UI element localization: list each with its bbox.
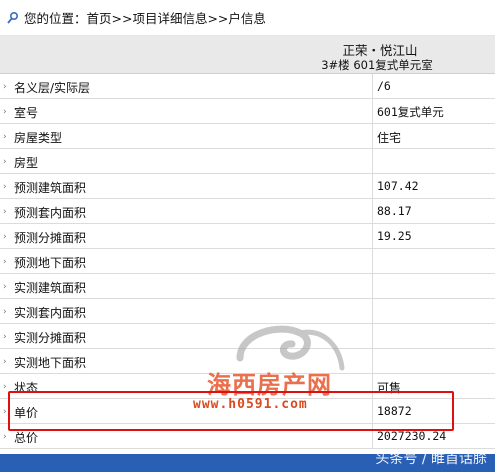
row-arrow-icon: › xyxy=(3,432,7,442)
table-row: › 名义层/实际层/6 xyxy=(0,74,495,99)
row-arrow-icon: › xyxy=(3,232,7,242)
table-row: › 实测建筑面积 xyxy=(0,274,495,299)
breadcrumb: 您的位置： 首页>>项目详细信息>>户信息 xyxy=(0,0,495,36)
row-label: 实测套内面积 xyxy=(14,306,87,320)
row-arrow-icon: › xyxy=(3,407,7,417)
unit-name: 3#楼 601复式单元室 xyxy=(321,58,433,72)
table-row: › 预测分摊面积 19.25 xyxy=(0,224,495,249)
row-arrow-icon: › xyxy=(3,282,7,292)
column-divider xyxy=(372,199,373,223)
row-label: 预测建筑面积 xyxy=(14,181,87,195)
breadcrumb-path[interactable]: 首页>>项目详细信息>>户信息 xyxy=(87,8,266,27)
row-value: 19.25 xyxy=(377,229,412,243)
unit-info-table: › 名义层/实际层/6 › 室号 601复式单元 › 房屋类型 住宅 › 房型 › 预测建筑面积 107… xyxy=(0,74,495,449)
row-arrow-icon: › xyxy=(3,382,7,392)
column-divider xyxy=(372,74,373,98)
table-row: › 室号 601复式单元 xyxy=(0,99,495,124)
row-value: 住宅 xyxy=(377,131,402,145)
table-row: › 实测地下面积 xyxy=(0,349,495,374)
column-divider xyxy=(372,224,373,248)
row-arrow-icon: › xyxy=(3,157,7,167)
row-value: /6 xyxy=(377,79,391,93)
table-row: › 状态 可售 xyxy=(0,374,495,399)
row-value: 可售 xyxy=(377,381,402,395)
row-arrow-icon: › xyxy=(3,332,7,342)
footer-caption: 头条号 / 睢首话脎 xyxy=(375,451,487,467)
row-arrow-icon: › xyxy=(3,107,7,117)
row-label: 室号 xyxy=(14,106,39,120)
table-row: › 实测套内面积 xyxy=(0,299,495,324)
location-pin-icon xyxy=(6,11,20,25)
column-divider xyxy=(372,399,373,423)
table-row: › 实测分摊面积 xyxy=(0,324,495,349)
column-divider xyxy=(372,324,373,348)
row-value: 601复式单元 xyxy=(377,105,444,119)
table-row: › 房屋类型 住宅 xyxy=(0,124,495,149)
unit-header: 正荣・悦江山 3#楼 601复式单元室 xyxy=(0,36,495,74)
breadcrumb-prefix: 您的位置： xyxy=(24,11,87,26)
row-arrow-icon: › xyxy=(3,82,7,92)
row-label: 预测地下面积 xyxy=(14,256,87,270)
column-divider xyxy=(372,299,373,323)
row-arrow-icon: › xyxy=(3,182,7,192)
column-divider xyxy=(372,99,373,123)
column-divider xyxy=(372,149,373,173)
row-arrow-icon: › xyxy=(3,307,7,317)
row-value: 18872 xyxy=(377,404,412,418)
row-label: 实测地下面积 xyxy=(14,356,87,370)
row-arrow-icon: › xyxy=(3,357,7,367)
column-divider xyxy=(372,174,373,198)
row-label: 单价 xyxy=(14,406,39,420)
row-arrow-icon: › xyxy=(3,207,7,217)
table-row: › 预测建筑面积 107.42 xyxy=(0,174,495,199)
column-divider xyxy=(372,124,373,148)
row-arrow-icon: › xyxy=(3,132,7,142)
row-label: 状态 xyxy=(14,381,39,395)
row-value: 88.17 xyxy=(377,204,412,218)
table-row: › 预测套内面积 88.17 xyxy=(0,199,495,224)
table-row: › 预测地下面积 xyxy=(0,249,495,274)
row-label: 名义层/实际层 xyxy=(14,81,91,95)
table-row: › 单价 18872 xyxy=(0,399,495,424)
row-label: 预测套内面积 xyxy=(14,206,87,220)
column-divider xyxy=(372,249,373,273)
row-value: 2027230.24 xyxy=(377,429,447,443)
row-value: 107.42 xyxy=(377,179,419,193)
table-row: › 房型 xyxy=(0,149,495,174)
table-row: › 总价 2027230.24 xyxy=(0,424,495,449)
row-label: 实测建筑面积 xyxy=(14,281,87,295)
row-label: 总价 xyxy=(14,431,39,445)
column-divider xyxy=(372,424,373,448)
column-divider xyxy=(372,349,373,373)
row-label: 房屋类型 xyxy=(14,131,63,145)
row-label: 预测分摊面积 xyxy=(14,231,87,245)
column-divider xyxy=(372,374,373,398)
row-label: 房型 xyxy=(14,156,39,170)
row-arrow-icon: › xyxy=(3,257,7,267)
row-label: 实测分摊面积 xyxy=(14,331,87,345)
column-divider xyxy=(372,274,373,298)
